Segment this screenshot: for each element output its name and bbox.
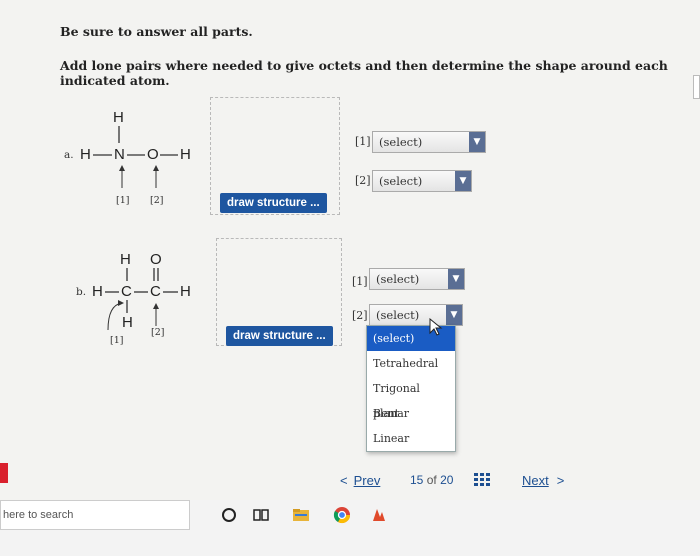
select-a2-value: (select) xyxy=(379,174,423,188)
chevron-down-icon: ▼ xyxy=(446,305,462,325)
page-current: 15 xyxy=(410,473,424,487)
mouse-cursor-icon xyxy=(429,318,443,336)
select-b2[interactable]: (select) ▼ xyxy=(369,304,463,326)
dropdown-option-bent[interactable]: Bent xyxy=(367,401,455,426)
draw-structure-button-a[interactable]: draw structure ... xyxy=(220,193,327,213)
file-explorer-icon[interactable] xyxy=(292,506,310,524)
task-view-icon[interactable] xyxy=(252,506,270,524)
select-b2-value: (select) xyxy=(376,308,420,322)
assignment-page: Be sure to answer all parts. Add lone pa… xyxy=(0,0,700,500)
select-b1-value: (select) xyxy=(376,272,420,286)
select-b1-number: [1] xyxy=(352,275,368,288)
taskbar: here to search xyxy=(0,500,700,556)
side-tab xyxy=(0,463,8,483)
chevron-down-icon: ▼ xyxy=(455,171,471,191)
app-icon[interactable] xyxy=(370,506,388,524)
marker-b-2: [2] xyxy=(151,327,165,338)
shape-dropdown-list[interactable]: (select) Tetrahedral Trigonal planar Ben… xyxy=(366,325,456,452)
select-a2[interactable]: (select) ▼ xyxy=(372,170,472,192)
page-indicator: 15 of 20 xyxy=(410,473,453,487)
next-button[interactable]: Next > xyxy=(522,473,564,488)
molecule-b-bonds xyxy=(105,268,178,331)
chevron-down-icon: ▼ xyxy=(448,269,464,289)
grid-icon[interactable] xyxy=(474,473,490,487)
select-b2-number: [2] xyxy=(352,309,368,322)
select-a1[interactable]: (select) ▼ xyxy=(372,131,486,153)
select-a1-value: (select) xyxy=(379,135,423,149)
next-label: Next xyxy=(522,473,549,488)
dropdown-option-tetrahedral[interactable]: Tetrahedral xyxy=(367,351,455,376)
chrome-icon[interactable] xyxy=(333,506,351,524)
select-a1-number: [1] xyxy=(355,135,371,148)
select-a2-number: [2] xyxy=(355,174,371,187)
cortana-icon[interactable] xyxy=(220,506,238,524)
chevron-down-icon: ▼ xyxy=(469,132,485,152)
prev-label: Prev xyxy=(353,473,381,488)
dropdown-option-linear[interactable]: Linear xyxy=(367,426,455,451)
prev-button[interactable]: < Prev xyxy=(340,473,380,488)
page-of: of xyxy=(426,473,437,487)
taskbar-search-input[interactable]: here to search xyxy=(0,500,190,530)
scroll-handle[interactable] xyxy=(693,75,700,99)
dropdown-option-trigonal-planar[interactable]: Trigonal planar xyxy=(367,376,455,420)
page-total: 20 xyxy=(440,473,454,487)
taskbar-search-placeholder: here to search xyxy=(3,509,74,521)
select-b1[interactable]: (select) ▼ xyxy=(369,268,465,290)
draw-structure-button-b[interactable]: draw structure ... xyxy=(226,326,333,346)
chevron-left-icon: < xyxy=(340,473,348,488)
chevron-right-icon: > xyxy=(556,473,565,488)
marker-b-1: [1] xyxy=(110,335,124,346)
